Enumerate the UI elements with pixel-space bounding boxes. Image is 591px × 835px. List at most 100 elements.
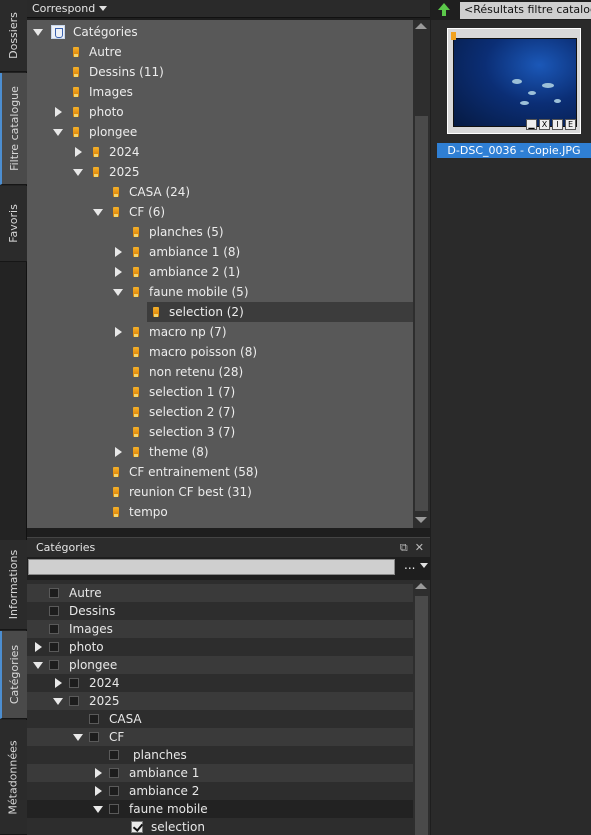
- category-row[interactable]: Images: [27, 620, 413, 638]
- tree-item[interactable]: selection 3 (7): [133, 422, 235, 442]
- category-checkbox[interactable]: [69, 696, 79, 706]
- category-checkbox[interactable]: [109, 786, 119, 796]
- expand-arrow-icon[interactable]: [53, 107, 63, 117]
- tab-favoris[interactable]: Favoris: [0, 186, 27, 262]
- expand-arrow-icon[interactable]: [53, 678, 63, 688]
- category-search-input[interactable]: [28, 559, 395, 575]
- tab-dossiers[interactable]: Dossiers: [0, 0, 27, 72]
- filter-tree-scrollbar[interactable]: [413, 20, 430, 528]
- scroll-up-icon[interactable]: [415, 23, 427, 29]
- collapse-arrow-icon[interactable]: [93, 804, 103, 814]
- tab-categories[interactable]: Catégories: [0, 631, 27, 719]
- thumbnail-card[interactable]: ▁ X I E: [447, 28, 581, 134]
- category-row-selected[interactable]: faune mobile: [27, 800, 413, 818]
- category-row[interactable]: plongee: [27, 656, 413, 674]
- tab-metadonnees[interactable]: Métadonnées: [0, 720, 27, 835]
- tree-item[interactable]: non retenu (28): [133, 362, 243, 382]
- category-row[interactable]: ambiance 2: [27, 782, 413, 800]
- category-row[interactable]: 2024: [27, 674, 413, 692]
- expand-arrow-icon[interactable]: [93, 786, 103, 796]
- results-tab[interactable]: <Résultats filtre catalogue: [460, 1, 591, 19]
- scroll-down-icon[interactable]: [415, 517, 427, 523]
- tab-filtre-catalogue[interactable]: Filtre catalogue: [0, 73, 27, 185]
- tree-item[interactable]: CF entrainement (58): [113, 462, 258, 482]
- tree-item-label: theme (8): [149, 445, 209, 459]
- tree-item[interactable]: Images: [73, 82, 133, 102]
- category-row[interactable]: Autre: [27, 584, 413, 602]
- collapse-arrow-icon[interactable]: [53, 696, 63, 706]
- category-checkbox[interactable]: [49, 624, 59, 634]
- category-tree-scrollbar[interactable]: [413, 580, 430, 835]
- tab-informations[interactable]: Informations: [0, 540, 27, 630]
- category-checkbox[interactable]: [89, 714, 99, 724]
- tree-item[interactable]: macro poisson (8): [133, 342, 257, 362]
- tree-item-selected[interactable]: selection (2): [147, 302, 413, 322]
- tree-item[interactable]: theme (8): [113, 442, 209, 462]
- category-menu-button[interactable]: ...: [404, 558, 429, 572]
- collapse-arrow-icon[interactable]: [53, 127, 63, 137]
- expand-arrow-icon[interactable]: [113, 247, 123, 257]
- category-row[interactable]: CF: [27, 728, 413, 746]
- category-checkbox[interactable]: [89, 732, 99, 742]
- category-row[interactable]: 2025: [27, 692, 413, 710]
- close-icon[interactable]: ✕: [415, 541, 424, 555]
- expand-arrow-icon[interactable]: [113, 267, 123, 277]
- category-checkbox[interactable]: [49, 588, 59, 598]
- collapse-arrow-icon[interactable]: [73, 167, 83, 177]
- thumbnail-caption[interactable]: D-DSC_0036 - Copie.JPG: [437, 143, 591, 158]
- tree-item[interactable]: CF (6): [93, 202, 165, 222]
- scroll-up-icon[interactable]: [415, 583, 427, 589]
- category-tag-icon: [73, 47, 79, 57]
- back-arrow-icon[interactable]: [435, 1, 453, 19]
- collapse-arrow-icon[interactable]: [113, 287, 123, 297]
- float-window-icon[interactable]: ⧉: [400, 541, 408, 555]
- category-row[interactable]: selection: [27, 818, 413, 835]
- expand-arrow-icon[interactable]: [93, 768, 103, 778]
- scrollbar-thumb[interactable]: [415, 116, 428, 511]
- category-row[interactable]: planches: [27, 746, 413, 764]
- category-row[interactable]: Dessins: [27, 602, 413, 620]
- category-row[interactable]: CASA: [27, 710, 413, 728]
- tree-item-label: 2024: [109, 145, 140, 159]
- expand-arrow-icon[interactable]: [73, 147, 83, 157]
- tree-item[interactable]: Dessins (11): [73, 62, 164, 82]
- tree-item[interactable]: photo: [53, 102, 124, 122]
- tree-item[interactable]: 2024: [73, 142, 140, 162]
- checked-checkbox[interactable]: [131, 821, 143, 833]
- category-row[interactable]: ambiance 1: [27, 764, 413, 782]
- tree-item[interactable]: CASA (24): [113, 182, 190, 202]
- expand-arrow-icon[interactable]: [113, 447, 123, 457]
- tree-item[interactable]: ambiance 1 (8): [113, 242, 240, 262]
- tree-item[interactable]: tempo: [113, 502, 168, 522]
- tree-item[interactable]: plongee: [53, 122, 137, 142]
- tree-item[interactable]: selection 1 (7): [133, 382, 235, 402]
- expand-arrow-icon[interactable]: [33, 642, 43, 652]
- collapse-arrow-icon[interactable]: [33, 660, 43, 670]
- category-row[interactable]: photo: [27, 638, 413, 656]
- category-assign-tree: Autre Dessins Images photo plongee 2024 …: [27, 580, 413, 835]
- tree-item[interactable]: ambiance 2 (1): [113, 262, 240, 282]
- tree-root-categories[interactable]: Catégories: [33, 22, 138, 42]
- tree-item[interactable]: Autre: [73, 42, 122, 62]
- tree-item[interactable]: macro np (7): [113, 322, 227, 342]
- tree-item[interactable]: 2025: [73, 162, 140, 182]
- expand-arrow-icon[interactable]: [113, 327, 123, 337]
- tree-item[interactable]: planches (5): [133, 222, 224, 242]
- tree-item-label: faune mobile (5): [149, 285, 249, 299]
- category-checkbox[interactable]: [49, 606, 59, 616]
- tree-item[interactable]: selection 2 (7): [133, 402, 235, 422]
- category-checkbox[interactable]: [49, 642, 59, 652]
- scrollbar-thumb[interactable]: [415, 596, 428, 835]
- category-checkbox[interactable]: [109, 750, 119, 760]
- category-checkbox[interactable]: [109, 768, 119, 778]
- category-checkbox[interactable]: [69, 678, 79, 688]
- tree-item[interactable]: reunion CF best (31): [113, 482, 252, 502]
- tree-item-label: selection 2 (7): [149, 405, 236, 419]
- tree-item[interactable]: faune mobile (5): [113, 282, 249, 302]
- category-checkbox[interactable]: [49, 660, 59, 670]
- category-checkbox[interactable]: [109, 804, 119, 814]
- collapse-arrow-icon[interactable]: [73, 732, 83, 742]
- expand-arrow-icon[interactable]: [33, 27, 43, 37]
- collapse-arrow-icon[interactable]: [93, 207, 103, 217]
- filter-mode-dropdown[interactable]: Correspond: [27, 0, 430, 18]
